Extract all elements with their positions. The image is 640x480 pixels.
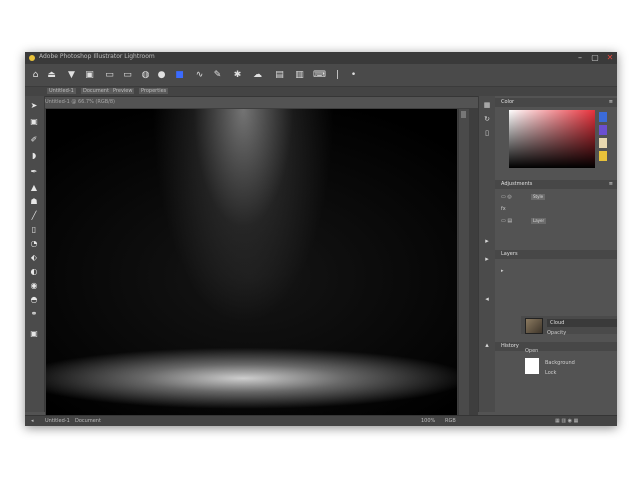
brush-tool-icon[interactable]: ◗ [28, 150, 40, 161]
layers-panel-title: Layers [501, 251, 518, 257]
lasso-icon[interactable]: ✐ [28, 134, 40, 145]
text-icon[interactable]: ⬖ [28, 252, 40, 263]
panel-icon-strip: ▦ ↻ ▯ ▸ ▸ ◂ ▴ [478, 96, 496, 412]
collapse-icon[interactable]: ▸ [482, 236, 492, 246]
stamp-icon[interactable]: ▭ [103, 69, 116, 81]
menu-icon[interactable]: ≡ [609, 180, 613, 189]
close-button[interactable]: ✕ [603, 52, 617, 64]
pin-icon[interactable]: ● [155, 69, 168, 81]
layer-row-value[interactable]: Layer [531, 218, 547, 224]
fill-icon[interactable]: ☗ [28, 196, 40, 207]
document-tab-label[interactable]: Untitled-1 @ 66.7% (RGB/8) [45, 99, 115, 105]
swatch-cream[interactable] [599, 138, 607, 148]
home-icon[interactable]: ⌂ [29, 69, 42, 81]
zoom-icon[interactable]: ◐ [28, 266, 40, 277]
select-icon[interactable]: ▣ [83, 69, 96, 81]
fx-row[interactable]: fx [501, 206, 506, 212]
info-icon[interactable]: ▯ [482, 128, 492, 138]
right-panels: Color ≡ Adjustments ≡ ▭ ◎ Style fx ▭ ▤ L… [495, 96, 617, 412]
graph-icon[interactable]: ▤ [273, 69, 286, 81]
history-sub-label: Open [525, 348, 539, 354]
scroll-thumb[interactable] [461, 111, 466, 118]
paw-icon[interactable]: ✱ [231, 69, 244, 81]
status-bar: ◂ Untitled-1 Document 100% RGB ▦ ▥ ◉ ▦ [25, 415, 617, 426]
adjustments-panel-header[interactable]: Adjustments ≡ [495, 180, 617, 189]
dot-icon[interactable]: • [347, 69, 360, 81]
option-tab-1[interactable]: Untitled-1 [47, 88, 76, 94]
layer-visibility-icon[interactable]: ▸ [501, 268, 504, 274]
brush-icon[interactable]: ✎ [211, 69, 224, 81]
swatch-purple[interactable] [599, 125, 607, 135]
status-doc-info: Document [75, 418, 101, 424]
background-thumbnail[interactable] [525, 358, 539, 374]
maximize-button[interactable]: ▢ [588, 52, 602, 64]
style-row-value[interactable]: Style [531, 194, 546, 200]
arrow-icon[interactable]: ➤ [28, 100, 40, 111]
rotate-icon[interactable]: ↻ [482, 114, 492, 124]
option-tab-2[interactable]: Document [81, 88, 111, 94]
minimize-button[interactable]: – [573, 52, 587, 64]
color-picker-field[interactable] [509, 110, 595, 168]
background-row[interactable]: Background [545, 360, 575, 366]
menu-icon[interactable]: ≡ [609, 98, 613, 107]
color-panel-header[interactable]: Color ≡ [495, 98, 617, 107]
upload-icon[interactable]: ⏏ [45, 69, 58, 81]
adjustments-panel-title: Adjustments [501, 181, 533, 187]
window-title: Adobe Photoshop Illustrator Lightroom [39, 53, 155, 60]
bucket-icon[interactable]: ▯ [28, 224, 40, 235]
mask-icon[interactable]: ▣ [28, 328, 40, 339]
lock-row[interactable]: Lock [545, 370, 556, 376]
swatch-yellow[interactable] [599, 151, 607, 161]
expand-icon[interactable]: ▸ [482, 254, 492, 264]
crop-icon[interactable]: ◔ [28, 238, 40, 249]
history-icon[interactable]: ▦ [482, 100, 492, 110]
status-doc-name: Untitled-1 [45, 418, 70, 424]
divider-icon: | [335, 70, 340, 80]
save-icon[interactable]: ■ [173, 69, 186, 81]
tools-panel: ➤ ▣ ✐ ◗ ✒ ▲ ☗ ╱ ▯ ◔ ⬖ ◐ ◉ ◓ ⚭ ▣ [25, 96, 45, 412]
option-tab-4[interactable]: Properties [139, 88, 169, 94]
app-window: Adobe Photoshop Illustrator Lightroom – … [25, 52, 617, 426]
marquee-icon[interactable]: ▣ [28, 116, 40, 127]
filter-icon[interactable]: ▼ [65, 69, 78, 81]
vertical-scrollbar[interactable] [458, 109, 469, 415]
scanner-icon[interactable]: ⌨ [313, 69, 326, 81]
pen-icon[interactable]: ✒ [28, 166, 40, 177]
arrow-up-icon[interactable]: ▴ [482, 340, 492, 350]
swatch-blue[interactable] [599, 112, 607, 122]
hand-icon[interactable]: ◉ [28, 280, 40, 291]
status-arrow-icon[interactable]: ◂ [31, 418, 34, 424]
wave-icon[interactable]: ∿ [193, 69, 206, 81]
status-grid-icon[interactable]: ▦ ▥ ◉ ▦ [555, 418, 578, 424]
history-panel-title: History [501, 343, 519, 349]
eyedropper-icon[interactable]: ╱ [28, 210, 40, 221]
style-row-label: ▭ ◎ [501, 194, 512, 200]
globe-icon[interactable]: ◍ [139, 69, 152, 81]
history-panel-header[interactable]: History [495, 342, 617, 351]
layer-name[interactable]: Cloud [547, 319, 617, 327]
arrow-left-icon[interactable]: ◂ [482, 294, 492, 304]
main-toolbar: ⌂ ⏏ ▼ ▣ ▭ ▭ ◍ ● ■ ∿ ✎ ✱ ☁ ▤ ▥ ⌨ | • [25, 64, 617, 87]
monitor-icon[interactable]: ▭ [121, 69, 134, 81]
swap-icon[interactable]: ⚭ [28, 308, 40, 319]
app-logo-icon [29, 55, 35, 61]
status-zoom: 100% [421, 418, 436, 424]
chart-icon[interactable]: ▥ [293, 69, 306, 81]
document-canvas[interactable] [46, 109, 457, 415]
title-bar: Adobe Photoshop Illustrator Lightroom – … [25, 52, 617, 64]
cloud-icon[interactable]: ☁ [251, 69, 264, 81]
layer-row-label: ▭ ▤ [501, 218, 513, 224]
layer-thumbnail[interactable] [525, 318, 543, 334]
option-tab-3[interactable]: Preview [111, 88, 135, 94]
opacity-label: Opacity [547, 330, 567, 336]
layers-panel-header[interactable]: Layers [495, 250, 617, 259]
eraser-icon[interactable]: ▲ [28, 182, 40, 193]
color-panel-title: Color [501, 99, 515, 105]
status-mode: RGB [445, 418, 456, 424]
gradient-icon[interactable]: ◓ [28, 294, 40, 305]
